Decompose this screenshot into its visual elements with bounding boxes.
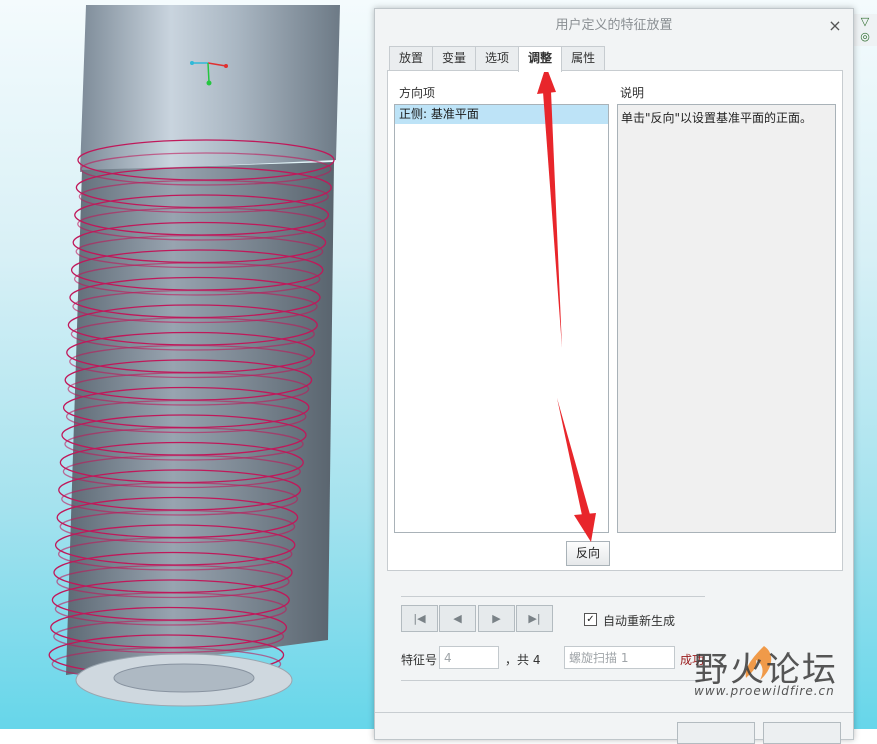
tab-adjust[interactable]: 调整	[518, 46, 563, 72]
annotation-layer	[537, 66, 596, 542]
watermark-url: www.proewildfire.cn	[694, 684, 835, 698]
forum-watermark: 野火论坛 www.proewildfire.cn	[694, 640, 874, 700]
annotation-arrow-down	[557, 398, 596, 542]
annotation-arrow-up	[537, 66, 562, 348]
